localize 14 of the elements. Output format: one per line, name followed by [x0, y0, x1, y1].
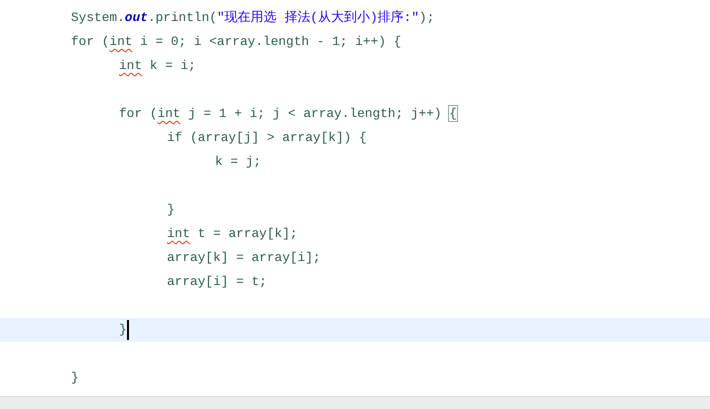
code-line: array[k] = array[i]; [166, 249, 321, 267]
code-line: } [166, 201, 175, 219]
code-line: } [118, 321, 127, 339]
code-line: } [70, 369, 79, 387]
code-line: for (int j = 1 + i; j < array.length; j++) { [118, 105, 457, 123]
horizontal-scrollbar[interactable] [0, 396, 710, 409]
code-line: k = j; [214, 153, 262, 171]
code-line: System.out.println("现在用选 择法(从大到小)排序:"); [70, 9, 434, 27]
text-cursor [126, 320, 129, 340]
code-line: int k = i; [118, 57, 196, 75]
code-line: int t = array[k]; [166, 225, 298, 243]
code-line: for (int i = 0; i <array.length - 1; i++) { [70, 33, 402, 51]
code-line: array[i] = t; [166, 273, 267, 291]
code-line: if (array[j] > array[k]) { [166, 129, 367, 147]
